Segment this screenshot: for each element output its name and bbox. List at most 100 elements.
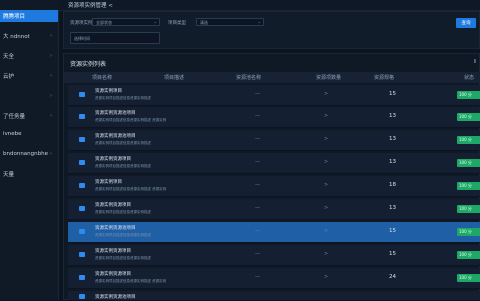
- filter-panel: 资源项实例 全部状态 ⌄ 项目类型 清选 ⌄ 选择时间 查询: [63, 11, 480, 49]
- row-pool: —: [255, 136, 260, 142]
- column-header[interactable]: 资源规格: [374, 74, 394, 81]
- chevron-right-icon[interactable]: >: [324, 159, 328, 165]
- row-pool: —: [255, 159, 260, 165]
- sidebar-item-3[interactable]: 云护 ›: [0, 70, 58, 82]
- row-pool: —: [255, 113, 260, 119]
- status-select-value: 全部状态: [96, 20, 112, 25]
- row-title: 资源实例资源项目: [95, 249, 131, 254]
- table-row[interactable]: 资源实例资源项目 资源实例项目描述信息资源实例描述 — > 15 100 分: [68, 245, 480, 266]
- chevron-right-icon[interactable]: >: [324, 251, 328, 257]
- row-title: 资源实例项目: [95, 180, 122, 185]
- sidebar-item-0[interactable]: 腾腾项目: [0, 10, 58, 22]
- table-row[interactable]: 资源实例项目 资源实例项目描述信息资源实例描述 资源实例 — > 18 100 …: [68, 176, 480, 197]
- row-description: 资源实例项目描述信息资源实例描述: [95, 233, 151, 237]
- row-title: 资源实例资源项目: [95, 203, 131, 208]
- row-title: 资源实例资源池项目: [95, 111, 136, 116]
- date-select-value: 选择时间: [74, 36, 90, 41]
- row-pool: —: [255, 228, 260, 234]
- table-row[interactable]: 资源实例资源池项目 资源实例项目描述信息资源实例描述 资源实例 — > 13 1…: [68, 107, 480, 128]
- chevron-right-icon: ›: [50, 113, 52, 119]
- column-header[interactable]: 项目描述: [164, 74, 184, 81]
- row-title: 资源实例资源项目: [95, 157, 131, 162]
- row-title: 资源实例资源池项目: [95, 295, 136, 300]
- status-badge: 100 分: [457, 251, 480, 259]
- sidebar-item-5[interactable]: 了任务量 ›: [0, 110, 58, 122]
- cloud-icon: [79, 183, 85, 188]
- chevron-right-icon[interactable]: >: [324, 91, 328, 97]
- cloud-icon: [79, 294, 85, 299]
- chevron-right-icon[interactable]: >: [324, 182, 328, 188]
- chevron-right-icon[interactable]: >: [324, 136, 328, 142]
- table-row[interactable]: 资源实例资源池项目 资源实例项目描述信息资源实例描述 — > 13 100 分: [68, 130, 480, 151]
- status-badge: 100 分: [457, 91, 480, 99]
- sidebar-item-6[interactable]: ivnebe: [0, 128, 58, 140]
- row-description: 资源实例项目描述信息资源实例描述 资源实例: [95, 118, 167, 122]
- sidebar-item-8[interactable]: 天量: [0, 168, 58, 180]
- pause-icon[interactable]: Ⅱ: [474, 59, 476, 65]
- row-description: 资源实例项目描述信息资源实例描述: [95, 141, 151, 145]
- sidebar-item-label: 天全: [3, 54, 15, 60]
- sidebar-item-7[interactable]: bndonnangnbhe ›: [0, 148, 58, 160]
- chevron-right-icon: ›: [50, 73, 52, 79]
- cloud-icon: [79, 92, 85, 97]
- list-title: 资源实例列表: [70, 61, 107, 68]
- row-title: 资源实例资源池项目: [95, 226, 136, 231]
- column-header[interactable]: 资源池名称: [236, 74, 261, 81]
- chevron-down-icon: ⌄: [257, 19, 261, 24]
- table-row-selected[interactable]: 资源实例资源池项目 资源实例项目描述信息资源实例描述 — > 15 100 分: [68, 222, 480, 243]
- row-description: 资源实例项目描述信息资源实例描述 资源实例: [95, 187, 167, 191]
- column-header[interactable]: 资源项数量: [316, 74, 341, 81]
- chevron-right-icon: ›: [50, 33, 52, 39]
- chevron-right-icon[interactable]: >: [324, 228, 328, 234]
- sidebar-item-1[interactable]: 大 ndnnot ›: [0, 30, 58, 42]
- row-description: 资源实例项目描述信息资源实例描述: [95, 256, 151, 260]
- resource-list-panel: 资源实例列表 Ⅱ 项目名称 项目描述 资源池名称 资源项数量 资源规格 状态 资…: [63, 53, 480, 301]
- chevron-right-icon[interactable]: >: [324, 113, 328, 119]
- row-count: 18: [389, 182, 396, 188]
- breadcrumb[interactable]: 资源项实例管理 <: [68, 1, 113, 9]
- sidebar-item-label: ivnebe: [3, 131, 22, 137]
- cloud-icon: [79, 275, 85, 280]
- type-select[interactable]: 清选 ⌄: [196, 18, 264, 26]
- sidebar-item-label: 云护: [3, 74, 15, 80]
- status-badge: 100 分: [457, 136, 480, 144]
- sidebar-item-label: 了任务量: [3, 114, 26, 120]
- chevron-down-icon: ⌄: [153, 19, 157, 24]
- filter-label-type: 项目类型: [168, 21, 186, 26]
- row-pool: —: [255, 251, 260, 257]
- row-pool: —: [255, 205, 260, 211]
- cloud-icon: [79, 137, 85, 142]
- status-badge: 100 分: [457, 113, 480, 121]
- table-row[interactable]: 资源实例资源项目 资源实例项目描述信息资源实例描述 — > 13 100 分: [68, 153, 480, 174]
- sidebar-item-label: bndonnangnbhe: [3, 151, 48, 157]
- row-count: 15: [389, 228, 396, 234]
- chevron-right-icon[interactable]: >: [324, 205, 328, 211]
- sidebar-item-label: 腾腾项目: [3, 14, 26, 20]
- sidebar-item-4[interactable]: ›: [0, 90, 58, 102]
- date-select[interactable]: 选择时间: [70, 32, 160, 44]
- status-select[interactable]: 全部状态 ⌄: [92, 18, 160, 26]
- chevron-right-icon[interactable]: >: [324, 274, 328, 280]
- row-pool: —: [255, 182, 260, 188]
- column-header[interactable]: 状态: [464, 74, 474, 81]
- row-count: 15: [389, 91, 396, 97]
- cloud-icon: [79, 252, 85, 257]
- status-badge: 100 分: [457, 205, 480, 213]
- query-button[interactable]: 查询: [456, 18, 476, 28]
- sidebar-item-2[interactable]: 天全 ›: [0, 50, 58, 62]
- row-description: 资源实例项目描述信息资源实例描述: [95, 96, 151, 100]
- row-count: 24: [389, 274, 396, 280]
- row-count: 15: [389, 251, 396, 257]
- status-badge: 100 分: [457, 228, 480, 236]
- row-title: 资源实例资源项目: [95, 272, 131, 277]
- chevron-right-icon: ›: [50, 151, 52, 157]
- row-description: 资源实例项目描述信息资源实例描述: [95, 164, 151, 168]
- sidebar: 腾腾项目 大 ndnnot › 天全 › 云护 › › 了任务量 › ivneb…: [0, 0, 59, 300]
- row-description: 资源实例项目描述信息资源实例描述 资源实例: [95, 279, 167, 283]
- table-row[interactable]: 资源实例资源项目 资源实例项目描述信息资源实例描述 — > 13 100 分: [68, 199, 480, 220]
- sidebar-item-label: 大 ndnnot: [3, 34, 30, 40]
- table-row[interactable]: 资源实例项目 资源实例项目描述信息资源实例描述 — > 15 100 分: [68, 85, 480, 106]
- table-row[interactable]: 资源实例资源项目 资源实例项目描述信息资源实例描述 资源实例 — > 24 10…: [68, 268, 480, 289]
- sidebar-item-label: 天量: [3, 172, 15, 178]
- column-header[interactable]: 项目名称: [92, 74, 112, 81]
